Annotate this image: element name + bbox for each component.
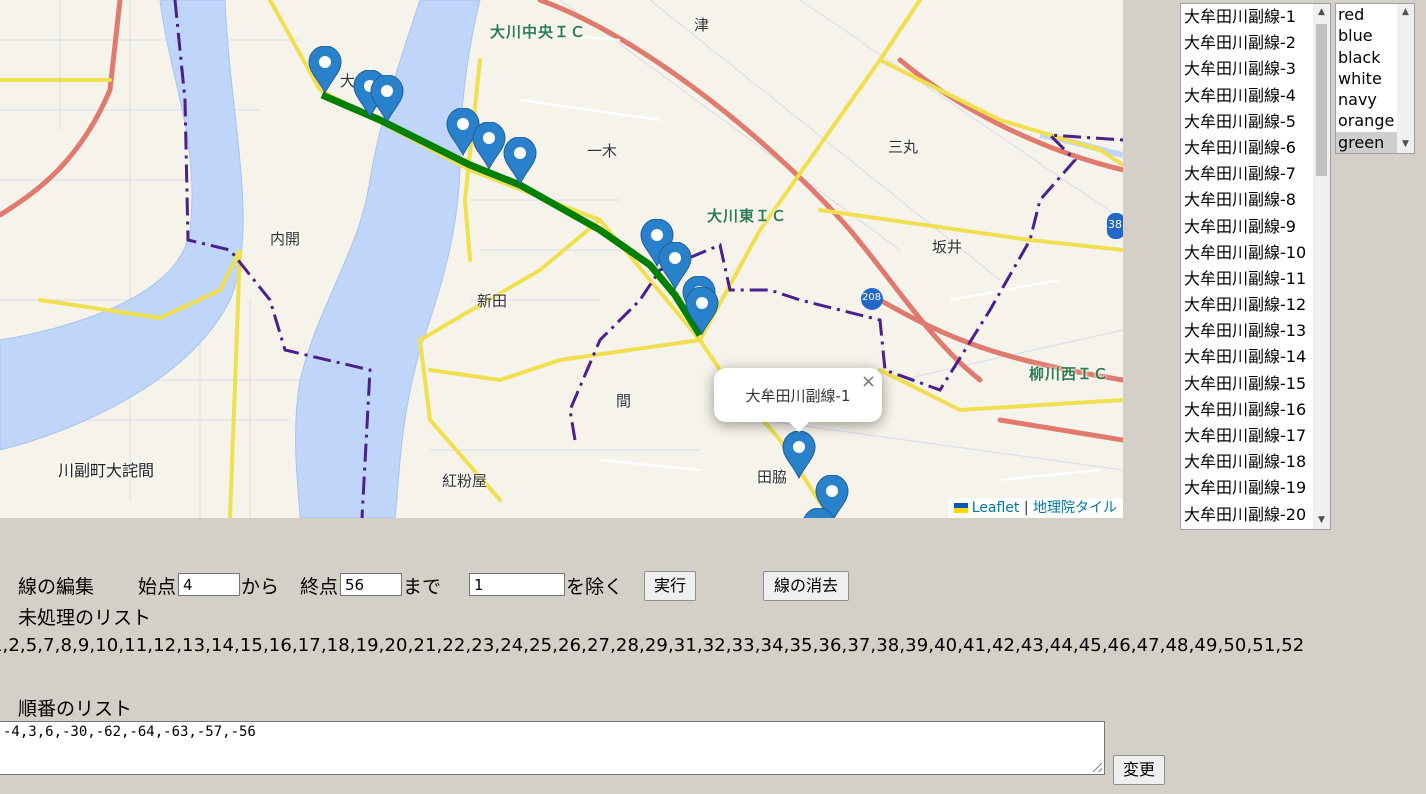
place-label: 紅粉屋 (442, 472, 488, 490)
line-option[interactable]: 大牟田川副線-17 (1181, 423, 1306, 449)
place-label: 間 (616, 392, 632, 410)
route-38-shield: 38 (1108, 218, 1122, 231)
scroll-up-icon[interactable]: ▲ (1397, 4, 1414, 21)
end-point-input[interactable] (340, 573, 402, 596)
edit-section-label: 線の編集 (18, 576, 95, 598)
color-listbox[interactable]: red blue black white navy orange green ▲… (1335, 3, 1415, 154)
marker-popup: 大牟田川副線-1 × (714, 368, 882, 432)
ukraine-flag-icon (953, 503, 968, 513)
color-option[interactable]: orange (1336, 110, 1397, 131)
map-attribution: Leaflet | 地理院タイル (947, 498, 1123, 518)
erase-line-button[interactable]: 線の消去 (763, 571, 849, 601)
map-marker-icon[interactable] (308, 46, 342, 94)
line-option[interactable]: 大牟田川副線-14 (1181, 344, 1306, 370)
color-option[interactable]: red (1336, 4, 1397, 25)
route-208-shield: 208 (862, 292, 882, 303)
line-option[interactable]: 大牟田川副線-11 (1181, 266, 1306, 292)
map-marker-icon[interactable] (782, 431, 816, 479)
place-label: 内開 (270, 230, 301, 248)
color-option[interactable]: black (1336, 47, 1397, 68)
line-option[interactable]: 大牟田川副線-10 (1181, 240, 1306, 266)
place-label: 津 (694, 16, 710, 34)
map-marker-icon[interactable] (472, 122, 506, 170)
change-button[interactable]: 変更 (1113, 755, 1165, 785)
line-listbox[interactable]: 大牟田川副線-1 大牟田川副線-2 大牟田川副線-3 大牟田川副線-4 大牟田川… (1180, 3, 1331, 530)
map-marker-icon[interactable] (503, 137, 537, 185)
place-label: 三丸 (888, 138, 919, 156)
map-marker-icon[interactable] (685, 287, 719, 335)
line-option[interactable]: 大牟田川副線-2 (1181, 30, 1306, 56)
map-marker-icon[interactable] (370, 75, 404, 123)
leaflet-link[interactable]: Leaflet (972, 500, 1020, 516)
line-option[interactable]: 大牟田川副線-20 (1181, 502, 1306, 528)
line-option[interactable]: 大牟田川副線-13 (1181, 318, 1306, 344)
gsi-tiles-link[interactable]: 地理院タイル (1033, 500, 1117, 516)
place-label: 柳川西ＩＣ (1029, 365, 1110, 383)
line-option[interactable]: 大牟田川副線-8 (1181, 187, 1306, 213)
run-button[interactable]: 実行 (644, 571, 696, 601)
order-list-label: 順番のリスト (18, 698, 133, 720)
exclude-input[interactable] (469, 573, 565, 596)
line-list-scrollbar[interactable]: ▲ ▼ (1313, 4, 1330, 529)
line-option[interactable]: 大牟田川副線-9 (1181, 214, 1306, 240)
place-label: 大川中央ＩＣ (490, 23, 587, 41)
order-list-textarea[interactable]: -4,3,6,-30,-62,-64,-63,-57,-56 (0, 721, 1105, 775)
exclude-label: を除く (566, 576, 624, 598)
place-label: 新田 (477, 292, 508, 310)
color-list-scrollbar[interactable]: ▲ ▼ (1397, 4, 1414, 153)
map-marker-icon[interactable] (802, 508, 836, 518)
unprocessed-list-label: 未処理のリスト (18, 607, 152, 629)
line-option[interactable]: 大牟田川副線-3 (1181, 56, 1306, 82)
resize-grip-icon[interactable] (1093, 763, 1102, 772)
until-label: まで (403, 576, 442, 598)
line-option[interactable]: 大牟田川副線-16 (1181, 397, 1306, 423)
from-label: から (241, 576, 280, 598)
line-option[interactable]: 大牟田川副線-1 (1181, 4, 1306, 30)
start-point-input[interactable] (178, 573, 240, 596)
color-option[interactable]: navy (1336, 89, 1397, 110)
line-option[interactable]: 大牟田川副線-4 (1181, 83, 1306, 109)
color-option-selected[interactable]: green (1336, 131, 1397, 153)
color-option[interactable]: blue (1336, 25, 1397, 46)
line-option[interactable]: 大牟田川副線-6 (1181, 135, 1306, 161)
line-option[interactable]: 大牟田川副線-5 (1181, 109, 1306, 135)
place-label: 川副町大詫間 (58, 461, 155, 480)
line-option[interactable]: 大牟田川副線-18 (1181, 449, 1306, 475)
scroll-down-icon[interactable]: ▼ (1313, 512, 1330, 529)
line-option[interactable]: 大牟田川副線-7 (1181, 161, 1306, 187)
map-view[interactable]: 208 38 大川中央ＩＣ 津 一木 三丸 大川東ＩＣ 坂井 内開 新田 間 柳… (0, 0, 1123, 518)
map-tiles (0, 0, 1123, 518)
popup-tip (789, 422, 809, 432)
order-list-text: -4,3,6,-30,-62,-64,-63,-57,-56 (3, 724, 256, 740)
place-label: 大川東ＩＣ (707, 207, 788, 225)
line-option[interactable]: 大牟田川副線-15 (1181, 371, 1306, 397)
end-label: 終点 (300, 576, 339, 598)
popup-text: 大牟田川副線-1 (745, 387, 851, 405)
scroll-thumb[interactable] (1316, 24, 1327, 176)
line-option[interactable]: 大牟田川副線-19 (1181, 475, 1306, 501)
line-option[interactable]: 大牟田川副線-12 (1181, 292, 1306, 318)
color-option[interactable]: white (1336, 68, 1397, 89)
scroll-down-icon[interactable]: ▼ (1397, 136, 1414, 153)
place-label: 坂井 (932, 238, 963, 256)
scroll-up-icon[interactable]: ▲ (1313, 4, 1330, 21)
place-label: 一木 (587, 142, 618, 160)
close-icon[interactable]: × (861, 371, 876, 392)
start-label: 始点 (138, 576, 177, 598)
attribution-separator: | (1023, 500, 1029, 516)
unprocessed-list-values: 1,2,5,7,8,9,10,11,12,13,14,15,16,17,18,1… (0, 635, 1305, 656)
